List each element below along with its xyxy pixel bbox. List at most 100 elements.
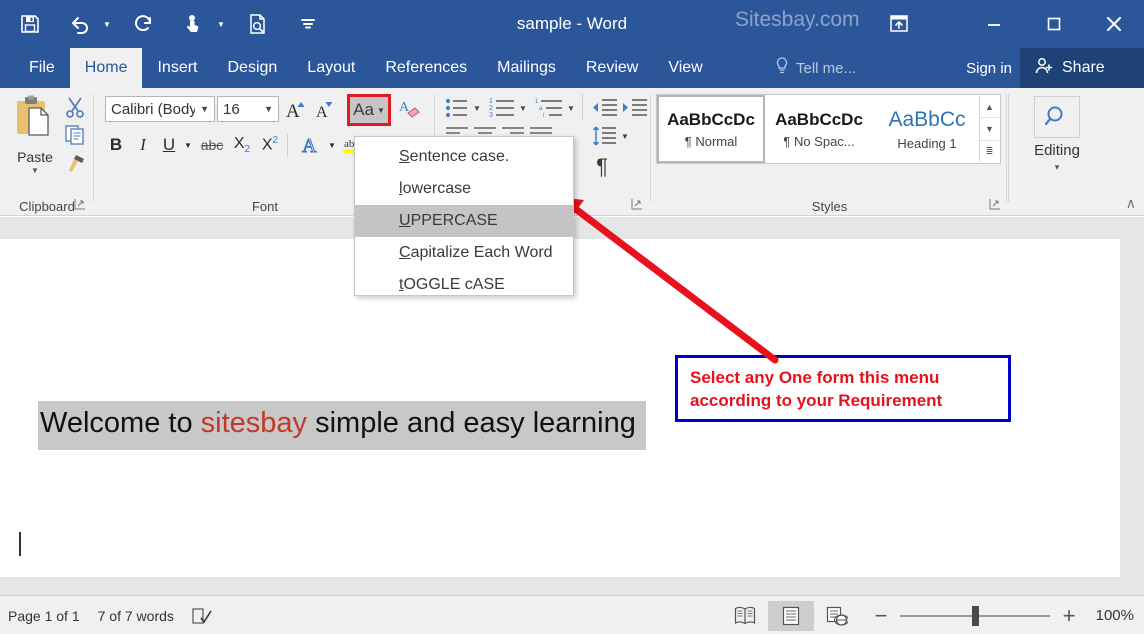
- share-button[interactable]: Share: [1020, 48, 1144, 88]
- touch-mode-dropdown-caret[interactable]: ▼: [214, 4, 228, 44]
- redo-icon[interactable]: [124, 4, 164, 44]
- touch-mode-icon[interactable]: [174, 4, 214, 44]
- underline-caret-icon[interactable]: ▼: [181, 130, 195, 160]
- font-name-caret-icon[interactable]: ▼: [195, 104, 214, 114]
- minimize-button[interactable]: [964, 0, 1024, 48]
- change-case-menu: Sentence case. lowercase UPPERCASE Capit…: [354, 136, 574, 296]
- style-item-no-spacing[interactable]: AaBbCcDc ¶ No Spac...: [765, 95, 873, 163]
- font-name-box[interactable]: Calibri (Body) ▼: [105, 96, 215, 122]
- bold-button[interactable]: B: [103, 130, 129, 160]
- zoom-in-button[interactable]: +: [1060, 603, 1078, 629]
- tab-view[interactable]: View: [653, 48, 717, 88]
- sign-in-link[interactable]: Sign in: [966, 48, 1012, 88]
- paste-button[interactable]: Paste ▼: [8, 94, 62, 175]
- menu-item-label: PPERCASE: [410, 212, 498, 229]
- line-spacing-button[interactable]: [590, 124, 618, 148]
- editing-caret-icon[interactable]: ▾: [1055, 162, 1060, 173]
- bullets-button[interactable]: [444, 96, 470, 120]
- zoom-slider-thumb[interactable]: [972, 605, 979, 626]
- tab-design[interactable]: Design: [212, 48, 292, 88]
- page-indicator[interactable]: Page 1 of 1: [8, 608, 80, 624]
- copy-button[interactable]: [62, 122, 88, 148]
- editing-button[interactable]: Editing ▾: [1024, 96, 1090, 173]
- menu-item-uppercase[interactable]: UPPERCASE: [355, 205, 573, 237]
- zoom-level-label[interactable]: 100%: [1088, 607, 1134, 624]
- tab-mailings[interactable]: Mailings: [482, 48, 571, 88]
- svg-text:A: A: [302, 135, 317, 157]
- word-count[interactable]: 7 of 7 words: [98, 608, 174, 624]
- line-spacing-caret-icon[interactable]: ▼: [618, 124, 632, 148]
- shrink-font-button[interactable]: A: [311, 96, 337, 122]
- print-preview-icon[interactable]: [238, 4, 278, 44]
- svg-text:A: A: [316, 104, 328, 121]
- styles-dialog-launcher[interactable]: [989, 198, 1003, 212]
- text-effects-button[interactable]: A: [297, 130, 325, 160]
- styles-scroll-buttons: ▲ ▼ ≣: [979, 96, 999, 162]
- format-painter-button[interactable]: [62, 150, 88, 176]
- change-case-caret-icon[interactable]: ▼: [377, 106, 385, 115]
- menu-item-lowercase[interactable]: lowercase: [355, 173, 573, 205]
- tab-insert[interactable]: Insert: [142, 48, 212, 88]
- tab-home[interactable]: Home: [69, 48, 143, 88]
- paste-dropdown-caret[interactable]: ▼: [31, 167, 39, 175]
- maximize-button[interactable]: [1024, 0, 1084, 48]
- tab-layout[interactable]: Layout: [292, 48, 370, 88]
- italic-button[interactable]: I: [131, 130, 155, 160]
- clipboard-dialog-launcher[interactable]: [74, 198, 88, 212]
- grow-font-button[interactable]: A: [283, 96, 309, 122]
- increase-indent-button[interactable]: [620, 96, 648, 120]
- editing-label: Editing: [1034, 142, 1080, 159]
- styles-more-button[interactable]: ≣: [980, 141, 999, 162]
- font-size-box[interactable]: 16 ▼: [217, 96, 279, 122]
- subscript-button[interactable]: X2: [229, 130, 255, 160]
- styles-scroll-down-button[interactable]: ▼: [980, 118, 999, 141]
- collapse-ribbon-button[interactable]: ∧: [1126, 195, 1136, 212]
- undo-icon[interactable]: [60, 4, 100, 44]
- styles-scroll-up-button[interactable]: ▲: [980, 96, 999, 119]
- multilevel-caret-icon[interactable]: ▼: [564, 96, 578, 120]
- proofing-status-icon[interactable]: [192, 607, 212, 625]
- text-effects-caret-icon[interactable]: ▼: [325, 130, 339, 160]
- zoom-out-button[interactable]: −: [872, 603, 890, 629]
- strikethrough-button[interactable]: abc: [197, 130, 227, 160]
- document-text-line[interactable]: Welcome to sitesbay simple and easy lear…: [38, 401, 646, 450]
- customize-qat-icon[interactable]: [288, 4, 328, 44]
- style-item-normal[interactable]: AaBbCcDc ¶ Normal: [657, 95, 765, 163]
- menu-item-toggle-case[interactable]: tOGGLE cASE: [355, 269, 573, 301]
- print-layout-button[interactable]: [768, 600, 814, 631]
- font-size-caret-icon[interactable]: ▼: [259, 104, 278, 114]
- style-name: Heading 1: [897, 135, 957, 151]
- show-formatting-marks-button[interactable]: ¶: [588, 154, 616, 180]
- tab-review[interactable]: Review: [571, 48, 653, 88]
- watermark-text: Sitesbay.com: [735, 8, 860, 31]
- tab-references[interactable]: References: [370, 48, 482, 88]
- menu-item-sentence-case[interactable]: Sentence case.: [355, 141, 573, 173]
- underline-button[interactable]: U: [157, 130, 181, 160]
- clear-formatting-button[interactable]: A: [397, 96, 425, 122]
- change-case-button[interactable]: Aa ▼: [347, 94, 391, 126]
- cut-button[interactable]: [62, 94, 88, 120]
- save-icon[interactable]: [10, 4, 50, 44]
- menu-item-capitalize-each-word[interactable]: Capitalize Each Word: [355, 237, 573, 269]
- web-layout-button[interactable]: [814, 601, 860, 631]
- accel-key: U: [399, 212, 411, 229]
- read-mode-button[interactable]: [722, 601, 768, 631]
- style-item-heading-1[interactable]: AaBbCc Heading 1: [873, 95, 981, 163]
- bullets-caret-icon[interactable]: ▼: [470, 96, 484, 120]
- zoom-slider[interactable]: [900, 605, 1050, 626]
- paragraph-dialog-launcher[interactable]: [631, 198, 645, 212]
- styles-gallery: AaBbCcDc ¶ Normal AaBbCcDc ¶ No Spac... …: [656, 94, 1001, 164]
- superscript-button[interactable]: X2: [257, 130, 283, 160]
- numbering-caret-icon[interactable]: ▼: [516, 96, 530, 120]
- tell-me-box[interactable]: Tell me...: [775, 48, 856, 88]
- tab-file[interactable]: File: [14, 48, 70, 88]
- ribbon-display-options-icon[interactable]: [886, 12, 912, 36]
- zoom-control: − + 100%: [872, 603, 1134, 629]
- decrease-indent-button[interactable]: [590, 96, 618, 120]
- undo-dropdown-caret[interactable]: ▼: [100, 4, 114, 44]
- numbering-button[interactable]: 123: [488, 96, 516, 120]
- group-separator: [1006, 94, 1007, 202]
- close-button[interactable]: [1084, 0, 1144, 48]
- share-person-icon: [1034, 57, 1054, 80]
- multilevel-list-button[interactable]: 1ai: [534, 96, 564, 120]
